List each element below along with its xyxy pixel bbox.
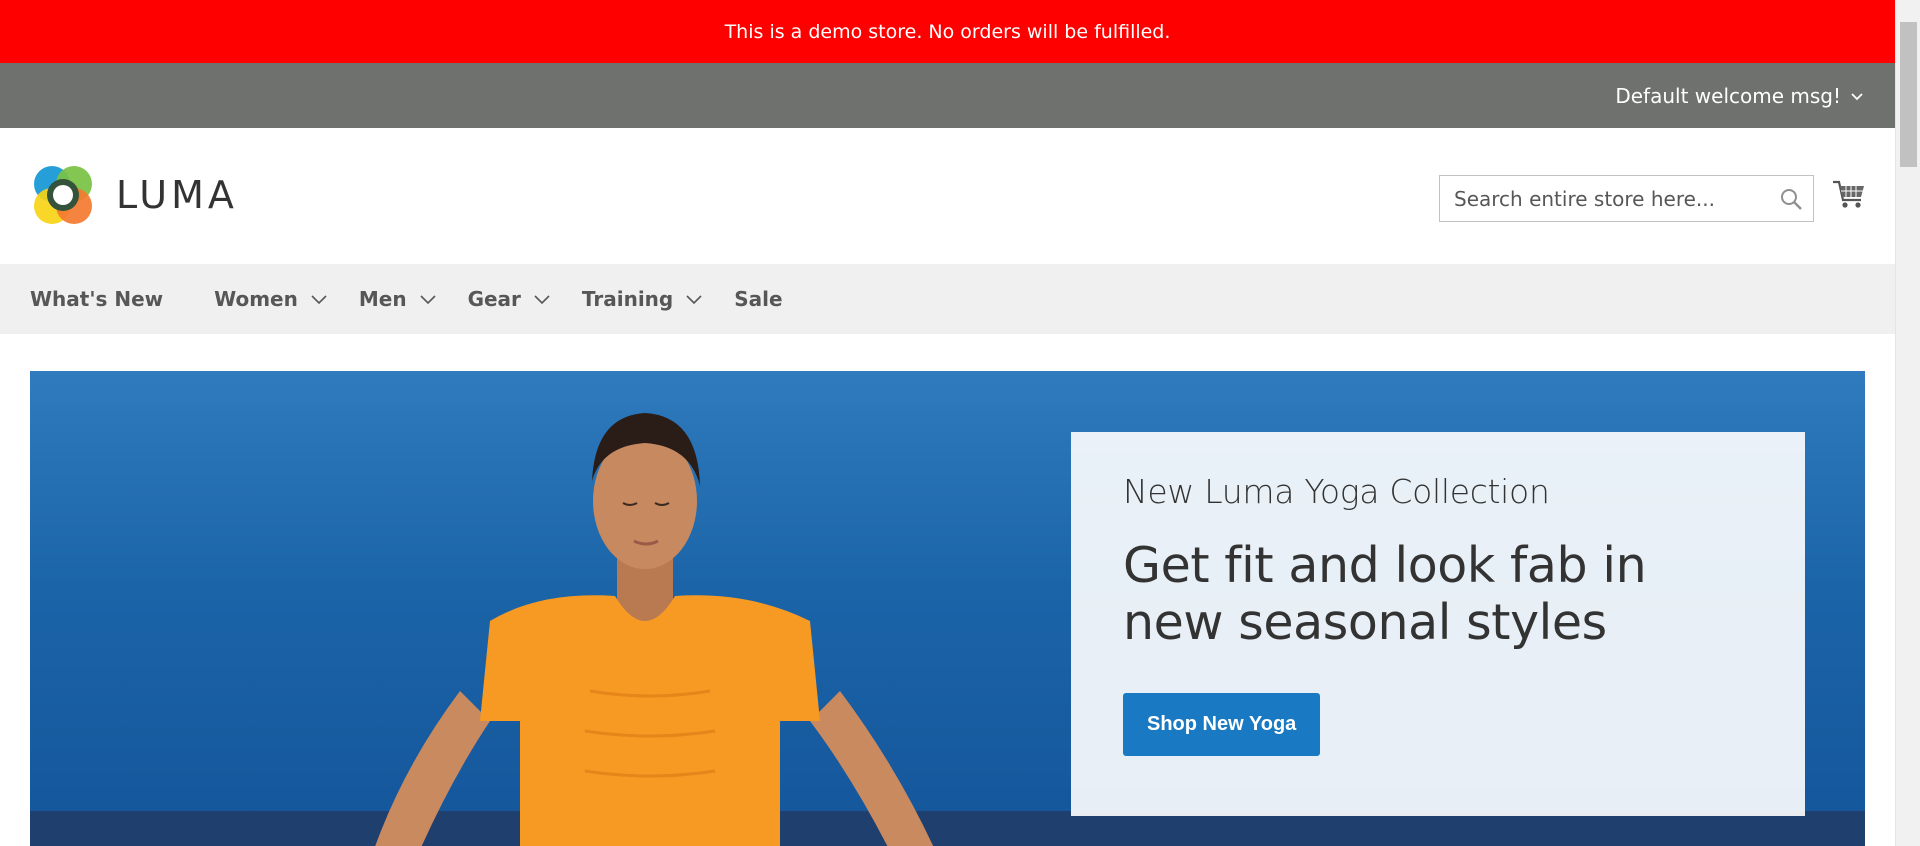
- nav-item-gear[interactable]: Gear: [468, 287, 551, 311]
- demo-notice-bar: This is a demo store. No orders will be …: [0, 0, 1895, 63]
- nav-item-men[interactable]: Men: [359, 287, 437, 311]
- nav-item-women[interactable]: Women: [214, 287, 328, 311]
- nav-item-whats-new[interactable]: What's New: [30, 287, 163, 311]
- welcome-text: Default welcome msg!: [1615, 83, 1841, 108]
- nav-item-label: Gear: [467, 287, 521, 311]
- nav-item-sale[interactable]: Sale: [734, 287, 782, 311]
- minicart-button[interactable]: [1831, 176, 1867, 212]
- scrollbar-thumb[interactable]: [1900, 22, 1917, 167]
- promo-kicker: New Luma Yoga Collection: [1123, 472, 1550, 511]
- page-scrollbar[interactable]: [1895, 0, 1920, 846]
- shop-new-yoga-button[interactable]: Shop New Yoga: [1123, 693, 1321, 756]
- chevron-down-icon: [1851, 92, 1863, 100]
- nav-item-training[interactable]: Training: [582, 287, 703, 311]
- welcome-menu[interactable]: Default welcome msg!: [1615, 84, 1865, 108]
- chevron-down-icon: [311, 295, 327, 305]
- site-header: LUMA: [0, 128, 1895, 264]
- nav-item-label: Women: [214, 287, 298, 311]
- logo-text: LUMA: [116, 173, 238, 217]
- nav-item-label: What's New: [30, 287, 164, 311]
- search-input[interactable]: [1440, 176, 1769, 221]
- search-box: [1439, 175, 1814, 222]
- main-navigation: What's New Women Men Gear Training Sale: [0, 264, 1895, 334]
- nav-item-label: Training: [581, 287, 674, 311]
- nav-item-label: Men: [358, 287, 407, 311]
- promo-headline: Get fit and look fab in new seasonal sty…: [1123, 537, 1647, 651]
- demo-notice-text: This is a demo store. No orders will be …: [724, 20, 1171, 43]
- promo-box: New Luma Yoga Collection Get fit and loo…: [1071, 432, 1805, 816]
- search-button[interactable]: [1769, 176, 1813, 221]
- hero-banner[interactable]: New Luma Yoga Collection Get fit and loo…: [30, 371, 1865, 846]
- chevron-down-icon: [686, 295, 702, 305]
- store-logo[interactable]: LUMA: [30, 162, 238, 228]
- panel-header: Default welcome msg!: [0, 63, 1895, 128]
- chevron-down-icon: [420, 295, 436, 305]
- browser-viewport: This is a demo store. No orders will be …: [0, 0, 1895, 846]
- cart-icon: [1833, 180, 1864, 208]
- search-icon: [1781, 188, 1802, 210]
- nav-item-label: Sale: [734, 287, 783, 311]
- hero-model-image: [375, 413, 934, 846]
- chevron-down-icon: [534, 295, 550, 305]
- luma-logo-icon: [34, 166, 92, 224]
